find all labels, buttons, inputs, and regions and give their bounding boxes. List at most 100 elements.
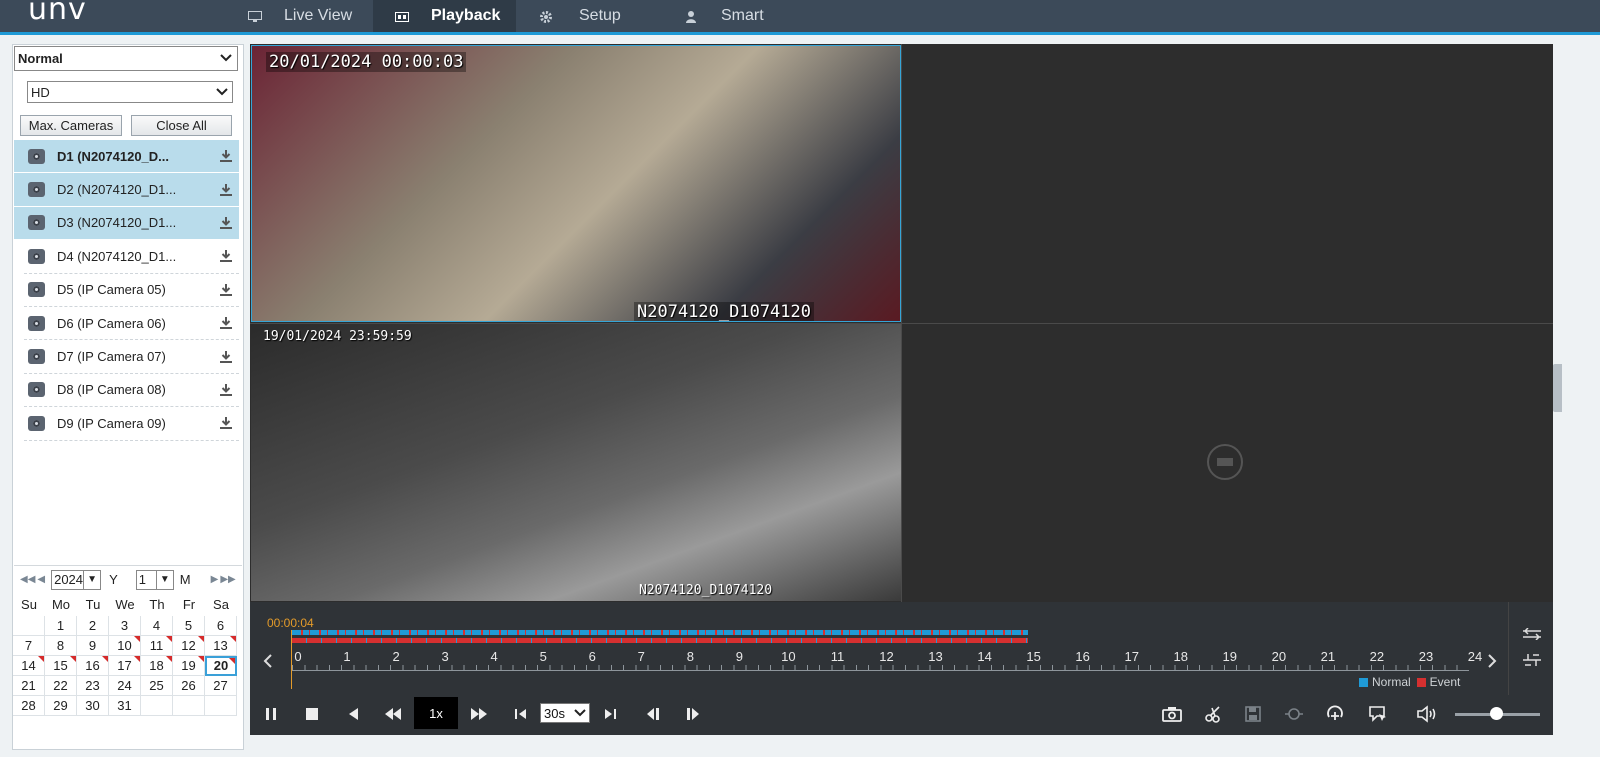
frame-back-icon[interactable] [642,703,664,725]
volume-slider-handle[interactable] [1490,707,1503,720]
camera-item[interactable]: D6 (IP Camera 06) [24,307,239,341]
save-disk-icon[interactable] [1242,703,1264,725]
camera-item[interactable]: D1 (N2074120_D... [14,140,239,174]
calendar-day[interactable]: 4 [141,616,173,636]
close-all-button[interactable]: Close All [131,115,232,136]
video-tile-4[interactable] [902,324,1552,601]
gear-icon [539,10,553,23]
calendar-day[interactable]: 2 [77,616,109,636]
calendar-day[interactable]: 21 [13,676,45,696]
skip-interval-select[interactable]: 30s [540,703,590,723]
calendar-day[interactable]: 14 [13,656,45,676]
calendar-day[interactable]: 9 [77,636,109,656]
download-icon[interactable] [219,149,233,163]
video-tile-2[interactable] [902,45,1552,322]
calendar-day[interactable]: 7 [13,636,45,656]
calendar-day[interactable]: 26 [173,676,205,696]
camera-item[interactable]: D4 (N2074120_D1... [24,240,239,274]
calendar-day[interactable]: 27 [205,676,237,696]
digital-zoom-icon[interactable] [1283,703,1305,725]
calendar-day[interactable]: 13 [205,636,237,656]
timeline-prev-icon[interactable] [263,652,273,675]
timeline[interactable]: 00:00:04 0 1 2 3 4 5 6 7 8 9 10 11 12 13 14 15 16 17 18 19 2… [250,602,1553,695]
zoom-in-timeline-icon[interactable] [1522,627,1542,643]
calendar-day[interactable]: 15 [45,656,77,676]
calendar-day[interactable]: 24 [109,676,141,696]
calendar-day[interactable]: 1 [45,616,77,636]
calendar-day[interactable]: 6 [205,616,237,636]
nav-setup[interactable]: Setup [539,0,649,32]
calendar-day[interactable]: 25 [141,676,173,696]
hour-label: 14 [977,649,992,664]
calendar-day[interactable]: 30 [77,696,109,716]
month-select[interactable]: 1 ▼ [135,569,174,590]
frame-forward-icon[interactable] [682,703,704,725]
max-cameras-button[interactable]: Max. Cameras [20,115,122,136]
calendar-day[interactable]: 29 [45,696,77,716]
calendar-day[interactable]: 17 [109,656,141,676]
calendar-day[interactable]: 22 [45,676,77,696]
calendar-day[interactable]: 12 [173,636,205,656]
speed-up-icon[interactable] [468,703,490,725]
stop-icon[interactable] [301,703,323,725]
download-icon[interactable] [219,383,233,397]
calendar-day[interactable]: 11 [141,636,173,656]
prev-month-icon[interactable]: ◀ [37,574,45,585]
reverse-play-icon[interactable] [342,703,364,725]
download-icon[interactable] [219,216,233,230]
chevron-down-icon [219,50,233,67]
download-icon[interactable] [219,249,233,263]
calendar-day[interactable]: 10 [109,636,141,656]
stream-mode-select[interactable]: Normal [14,46,238,71]
calendar-day[interactable]: 18 [141,656,173,676]
calendar-day[interactable]: 5 [173,616,205,636]
camera-item[interactable]: D3 (N2074120_D1... [14,206,239,241]
pause-icon[interactable] [260,703,282,725]
nav-playback[interactable]: Playback [373,0,516,32]
next-year-icon[interactable]: ▶▶ [220,574,235,585]
calendar-day[interactable]: 19 [173,656,205,676]
download-icon[interactable] [219,183,233,197]
tag-icon[interactable] [1367,703,1389,725]
calendar-day[interactable]: 8 [45,636,77,656]
clip-scissors-icon[interactable] [1203,703,1225,725]
download-icon[interactable] [219,316,233,330]
download-icon[interactable] [219,283,233,297]
year-select[interactable]: 2024 ▼ [51,569,102,590]
video-tile-1[interactable]: 20/01/2024 00:00:03 N2074120_D1074120 [251,45,901,322]
calendar-day[interactable]: 23 [77,676,109,696]
snapshot-camera-icon[interactable] [1161,703,1183,725]
camera-item[interactable]: D9 (IP Camera 09) [24,407,239,441]
nav-smart[interactable]: Smart [685,0,795,32]
camera-item[interactable]: D5 (IP Camera 05) [24,274,239,307]
zoom-out-timeline-icon[interactable] [1522,653,1542,670]
camera-item[interactable]: D7 (IP Camera 07) [24,340,239,374]
hour-label: 10 [781,649,796,664]
timeline-next-icon[interactable] [1487,652,1497,675]
skip-back-icon[interactable] [510,703,532,725]
video-tile-3[interactable]: 19/01/2024 23:59:59 N2074120_D1074120 [251,324,901,601]
calendar-day[interactable]: 16 [77,656,109,676]
prev-year-icon[interactable]: ◀◀ [20,574,35,585]
calendar-day[interactable]: 20 [205,656,237,676]
calendar-day[interactable]: 28 [13,696,45,716]
download-icon[interactable] [219,416,233,430]
slow-down-icon[interactable] [382,703,404,725]
playback-controls: 1x 30s [250,695,1553,735]
hour-label: 23 [1418,649,1434,664]
next-month-icon[interactable]: ▶ [211,574,219,585]
calendar-day[interactable]: 31 [109,696,141,716]
nav-live-view[interactable]: Live View [248,0,373,32]
skip-forward-icon[interactable] [599,703,621,725]
panel-collapse-handle[interactable] [1553,364,1562,412]
quality-select[interactable]: HD [27,81,233,103]
skip-interval-value: 30s [544,705,565,721]
camera-item[interactable]: D8 (IP Camera 08) [24,374,239,408]
download-icon[interactable] [219,350,233,364]
calendar-day[interactable]: 3 [109,616,141,636]
camera-item[interactable]: D2 (N2074120_D1... [14,173,239,207]
camera-label: D5 (IP Camera 05) [57,282,166,298]
timeline-cursor[interactable] [291,630,292,689]
volume-icon[interactable] [1416,703,1438,725]
zoom-add-icon[interactable] [1324,703,1346,725]
